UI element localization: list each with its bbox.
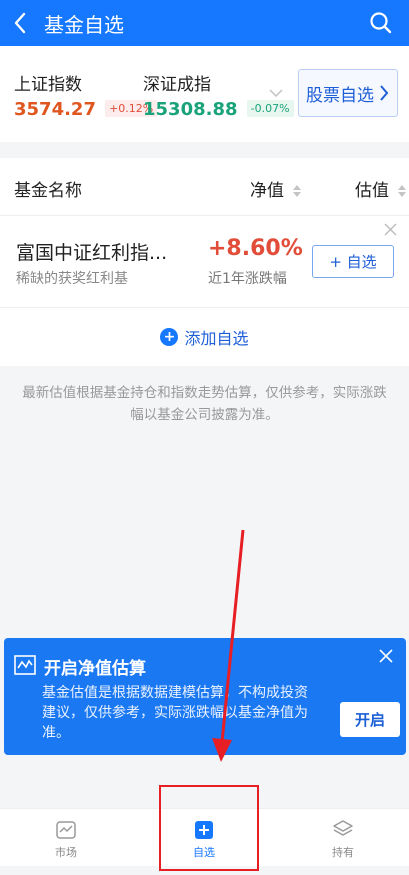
fund-return: +8.60% (208, 236, 303, 261)
disclaimer-text: 最新估值根据基金持仓和指数走势估算，仅供参考，实际涨跌幅以基金公司披露为准。 (22, 385, 387, 423)
fund-name: 富国中证红利指... (16, 242, 168, 264)
column-estimate-label: 估值 (355, 181, 389, 201)
chevron-down-icon[interactable] (269, 88, 283, 98)
nav-market[interactable]: 市场 (36, 819, 96, 860)
plus-circle-icon: + (160, 328, 179, 346)
nav-label: 持有 (332, 846, 354, 859)
fund-return-label: 近1年涨跌幅 (208, 271, 287, 287)
holdings-layers-icon (333, 820, 353, 836)
close-icon[interactable] (378, 648, 394, 664)
promo-text: 基金估值是根据数据建模估算，不构成投资建议，仅供参考，实际涨跌幅以基金净值为准。 (42, 685, 308, 741)
page-title: 基金自选 (44, 12, 124, 37)
add-to-watchlist-button[interactable]: + 自选 (312, 245, 394, 278)
column-nav[interactable]: 净值 (250, 176, 302, 201)
add-watchlist-label: 添加自选 (184, 329, 249, 348)
search-button[interactable] (369, 11, 393, 35)
column-estimate[interactable]: 估值 (355, 176, 407, 201)
index-value: 3574.27 (14, 99, 96, 120)
annotation-highlight-box (159, 785, 259, 871)
add-watchlist-link[interactable]: + 添加自选 (0, 308, 409, 366)
promo-title: 开启净值估算 (44, 659, 146, 679)
chevron-right-icon (380, 85, 389, 101)
nav-holdings[interactable]: 持有 (313, 819, 373, 860)
index-value: 15308.88 (143, 99, 238, 120)
column-nav-label: 净值 (250, 181, 284, 201)
promo-banner: 开启净值估算 基金估值是根据数据建模估算，不构成投资建议，仅供参考，实际涨跌幅以… (4, 638, 406, 755)
index-change-badge: -0.07% (246, 100, 294, 117)
nav-label: 市场 (55, 846, 77, 859)
close-icon[interactable] (384, 223, 397, 236)
index-card: 上证指数 3574.27 +0.12% 深证成指 15308.88 -0.07%… (0, 46, 409, 142)
stock-watchlist-button[interactable]: 股票自选 (298, 69, 398, 117)
sort-icon (293, 185, 302, 197)
market-icon (56, 821, 76, 839)
top-bar: 基金自选 (0, 0, 409, 46)
index-name: 上证指数 (14, 75, 82, 95)
sort-icon (398, 185, 407, 197)
back-arrow-icon (14, 12, 26, 34)
chart-trend-icon (14, 655, 36, 675)
enable-button[interactable]: 开启 (340, 702, 400, 737)
table-header: 基金名称 净值 估值 (0, 158, 409, 216)
fund-tagline: 稀缺的获奖红利基 (16, 271, 128, 287)
search-icon (370, 12, 392, 34)
column-fund-name: 基金名称 (14, 181, 82, 201)
index-shanghai[interactable]: 上证指数 3574.27 +0.12% (14, 70, 158, 120)
stock-watchlist-label: 股票自选 (306, 85, 374, 106)
back-button[interactable] (0, 0, 40, 46)
